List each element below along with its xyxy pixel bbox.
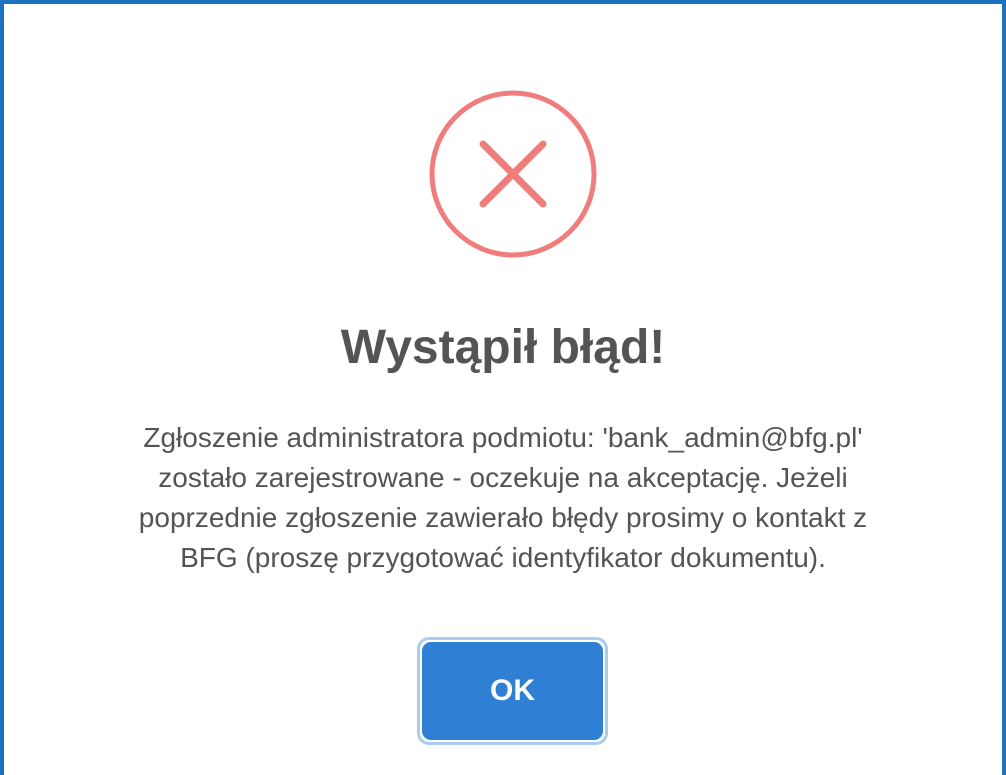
dialog-title: Wystąpił błąd! bbox=[340, 321, 666, 374]
dialog-message: Zgłoszenie administratora podmiotu: 'ban… bbox=[40, 418, 966, 578]
error-x-icon bbox=[428, 89, 598, 259]
dialog-message-line: Zgłoszenie administratora podmiotu: 'ban… bbox=[143, 422, 863, 453]
dialog-message-line: zostało zarejestrowane - oczekuje na akc… bbox=[158, 462, 848, 493]
dialog-message-line: poprzednie zgłoszenie zawierało błędy pr… bbox=[138, 502, 868, 533]
ok-button[interactable]: OK bbox=[422, 642, 603, 740]
dialog-message-line: BFG (proszę przygotować identyfikator do… bbox=[180, 542, 826, 573]
error-dialog: Wystąpił błąd! Zgłoszenie administratora… bbox=[0, 0, 1006, 775]
